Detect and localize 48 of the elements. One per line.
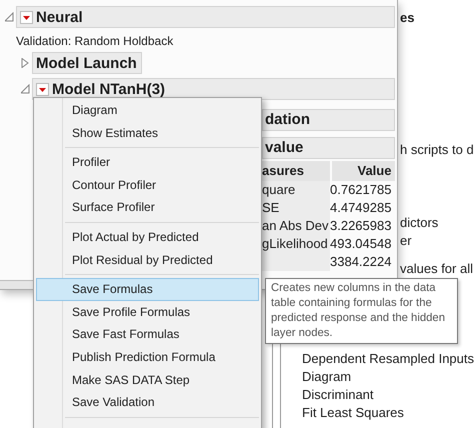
help-text: dictors [400, 215, 440, 231]
menu-item[interactable]: Plot Residual by Predicted [36, 248, 259, 272]
menu-item[interactable]: Contour Profiler [36, 174, 259, 196]
help-text: h scripts to d [400, 142, 474, 158]
menu-item[interactable]: Show Estimates [36, 122, 259, 144]
outline-header[interactable]: Model Launch [32, 52, 142, 74]
menu-item[interactable]: Diagram [36, 99, 259, 122]
list-item[interactable]: Dependent Resampled Inputs [302, 350, 474, 368]
table-cell: gLikelihood [262, 235, 330, 253]
table-cell-text: 3384.2224 [330, 253, 392, 271]
section-header[interactable]: dation [262, 109, 395, 131]
table-cell-text: 4.4749285 [330, 199, 392, 217]
collapsed-triangle-icon[interactable] [21, 58, 30, 68]
dropdown-menu-icon[interactable] [20, 10, 33, 24]
column-header: asures [262, 161, 330, 181]
list-item[interactable]: Discriminant [302, 386, 474, 404]
menu-item[interactable]: Make SAS DATA Step [36, 368, 259, 392]
menu-item[interactable]: Plot Actual by Predicted [36, 226, 259, 249]
menu-item[interactable]: Save Validation [36, 391, 259, 414]
table-cell-text: 0.7621785 [330, 181, 392, 199]
outline-title: Model Launch [36, 54, 137, 72]
menu-item[interactable]: Save Profile Formulas [36, 300, 259, 324]
tooltip: Creates new columns in the data table containing formulas for the predicted response and the hidden layer nodes. [265, 278, 458, 344]
outline-title: Neural [36, 8, 83, 26]
expanded-triangle-icon[interactable] [21, 84, 30, 94]
table-cell: SE [262, 199, 330, 217]
table-cell: quare [262, 181, 330, 199]
menu-item[interactable]: Save Formulas [36, 278, 259, 301]
menu-item[interactable]: Save Fast Formulas [36, 323, 259, 346]
outline-header[interactable]: Neural [16, 6, 395, 28]
outline-title: Model NTanH(3) [52, 80, 166, 98]
validation-text: Validation: Random Holdback [16, 34, 174, 48]
expanded-triangle-icon[interactable] [5, 12, 14, 22]
dropdown-menu-icon[interactable] [36, 82, 49, 96]
table-cell-text: 493.04548 [330, 235, 392, 253]
list-item[interactable]: Diagram [302, 368, 474, 386]
menu-item[interactable]: Surface Profiler [36, 196, 259, 219]
help-text: values for all [400, 261, 474, 277]
outline-header[interactable]: Model NTanH(3) [32, 78, 395, 100]
column-header: Value [330, 161, 396, 181]
table-cell: an Abs Dev [262, 217, 330, 235]
section-header[interactable]: value [262, 137, 395, 159]
table-cell-text: 3.2265983 [330, 217, 392, 235]
menu-item[interactable]: Publish Prediction Formula [36, 346, 259, 369]
help-text: er [400, 233, 413, 249]
menu-item[interactable]: Profiler [36, 151, 259, 174]
list-item[interactable]: Fit Least Squares [302, 404, 474, 422]
help-text: es [400, 10, 416, 26]
